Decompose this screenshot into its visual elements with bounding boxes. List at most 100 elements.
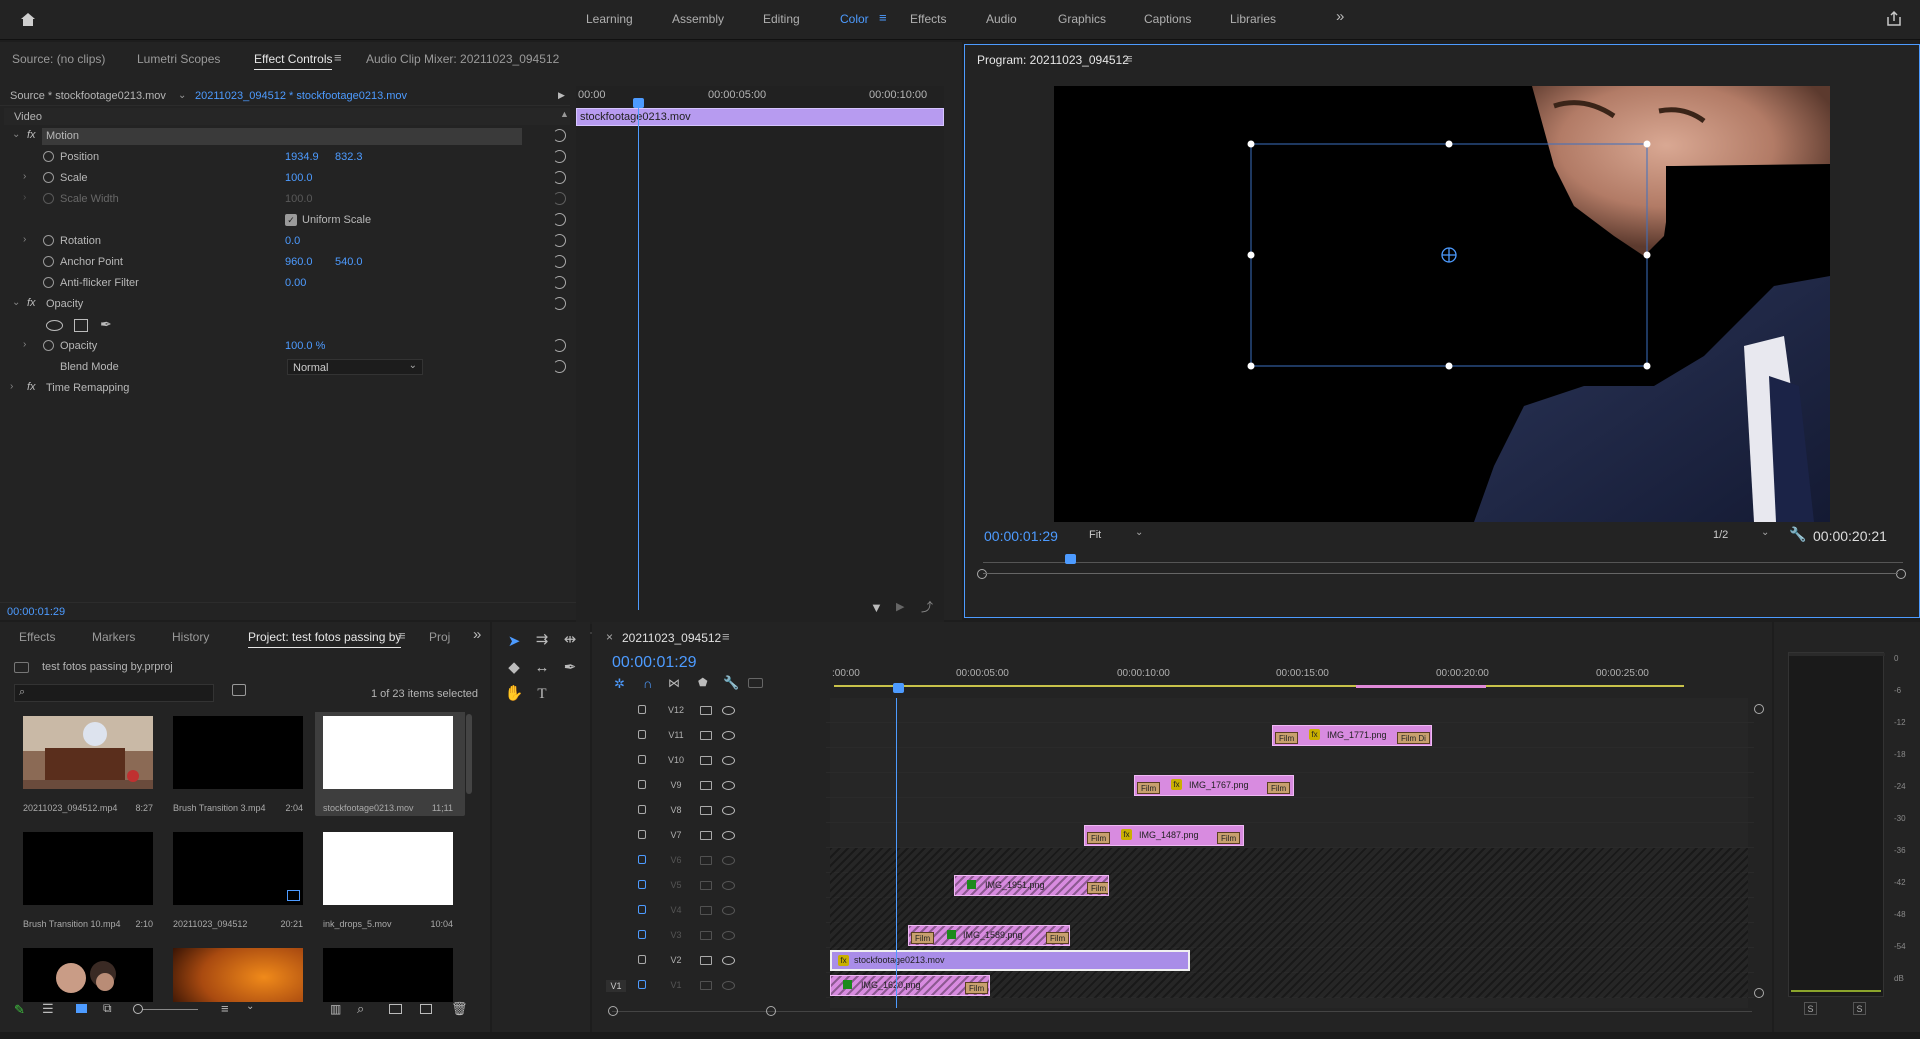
- scale-value[interactable]: 100.0: [285, 172, 313, 184]
- workspace-assembly[interactable]: Assembly: [672, 12, 724, 26]
- h-scroll-handle-right[interactable]: [766, 1006, 776, 1016]
- program-video-frame[interactable]: [1054, 86, 1830, 522]
- lock-icon[interactable]: [638, 880, 646, 889]
- panel-menu-icon[interactable]: ≡: [334, 50, 342, 65]
- h-scroll-handle-left[interactable]: [608, 1006, 618, 1016]
- scrub-end-handle[interactable]: [1896, 569, 1906, 579]
- program-playhead[interactable]: [1065, 554, 1076, 564]
- reset-icon[interactable]: [553, 276, 566, 289]
- filter-icon[interactable]: ▼: [870, 600, 883, 615]
- scrub-start-handle[interactable]: [977, 569, 987, 579]
- mini-clip-bar[interactable]: stockfootage0213.mov: [576, 108, 944, 126]
- timeline-clip[interactable]: Film fx IMG_1771.png Film Di: [1272, 725, 1432, 746]
- source-clip-label[interactable]: Source * stockfootage0213.mov: [10, 90, 166, 102]
- eye-icon[interactable]: [722, 731, 735, 740]
- lock-icon[interactable]: [638, 755, 646, 764]
- tab-audio-clip-mixer[interactable]: Audio Clip Mixer: 20211023_094512: [366, 52, 559, 66]
- reset-icon[interactable]: [553, 129, 566, 142]
- sync-lock-icon[interactable]: [700, 781, 712, 790]
- sync-lock-icon[interactable]: [700, 856, 712, 865]
- hand-tool-icon[interactable]: ✋: [504, 684, 524, 704]
- lock-icon[interactable]: [638, 980, 646, 989]
- timeline-ruler[interactable]: :00:00 00:00:05:00 00:00:10:00 00:00:15:…: [832, 658, 1762, 688]
- panel-menu-icon[interactable]: ≡: [722, 629, 730, 644]
- stopwatch-icon[interactable]: [43, 235, 54, 246]
- expand-chevron-icon[interactable]: ›: [23, 339, 26, 350]
- selected-timeline-clip[interactable]: fx stockfootage0213.mov: [830, 950, 1190, 971]
- icon-view-icon[interactable]: [76, 1004, 87, 1013]
- razor-tool-icon[interactable]: ◆: [504, 658, 524, 678]
- position-x-value[interactable]: 1934.9: [285, 151, 319, 163]
- workspace-audio[interactable]: Audio: [986, 12, 1017, 26]
- project-scrollbar[interactable]: [466, 714, 472, 794]
- stopwatch-icon[interactable]: [43, 172, 54, 183]
- timeline-clip[interactable]: Film fx IMG_1767.png Film: [1134, 775, 1294, 796]
- ripple-edit-tool-icon[interactable]: ⇹: [560, 630, 580, 650]
- sync-lock-icon[interactable]: [700, 906, 712, 915]
- pencil-icon[interactable]: ✎: [14, 1002, 25, 1018]
- transition-badge[interactable]: Film Di: [1397, 732, 1430, 744]
- reset-icon[interactable]: [553, 297, 566, 310]
- uniform-scale-checkbox[interactable]: ✓: [285, 214, 297, 226]
- effect-controls-timecode[interactable]: 00:00:01:29: [7, 606, 65, 618]
- v-scroll-handle-bottom[interactable]: [1754, 988, 1764, 998]
- eye-icon[interactable]: [722, 981, 735, 990]
- project-search-input[interactable]: ⌕: [14, 684, 214, 702]
- add-marker-icon[interactable]: ⬟: [698, 676, 708, 689]
- collapse-icon[interactable]: ▲: [560, 109, 569, 119]
- lock-icon[interactable]: [638, 955, 646, 964]
- work-area-bar[interactable]: [834, 685, 1684, 687]
- lock-icon[interactable]: [638, 830, 646, 839]
- zoom-fit-select[interactable]: Fit ⌄: [1089, 527, 1149, 544]
- tab-effect-controls[interactable]: Effect Controls: [254, 52, 333, 70]
- transition-badge[interactable]: Film: [1087, 882, 1108, 894]
- anchor-x-value[interactable]: 960.0: [285, 256, 313, 268]
- expand-chevron-icon[interactable]: ›: [23, 171, 26, 182]
- find-icon[interactable]: ⌕: [357, 1001, 364, 1017]
- pen-mask-icon[interactable]: ✒: [100, 316, 112, 333]
- sort-icon[interactable]: ≡: [221, 1001, 229, 1016]
- tab-markers[interactable]: Markers: [92, 630, 135, 644]
- nest-icon[interactable]: ✲: [614, 676, 625, 692]
- eye-icon[interactable]: [722, 706, 735, 715]
- expand-chevron-icon[interactable]: ›: [23, 234, 26, 245]
- source-patch-v1[interactable]: V1: [606, 980, 626, 992]
- lock-icon[interactable]: [638, 730, 646, 739]
- workspace-menu-icon[interactable]: ≡: [879, 10, 887, 25]
- solo-button-right[interactable]: S: [1853, 1002, 1866, 1015]
- new-bin-icon[interactable]: [389, 1004, 402, 1014]
- sync-lock-icon[interactable]: [700, 806, 712, 815]
- chevron-down-icon[interactable]: ⌄: [246, 1001, 254, 1012]
- freeform-view-icon[interactable]: ⧉: [103, 1001, 112, 1016]
- export-icon[interactable]: ⤴: [921, 598, 933, 615]
- workspace-color[interactable]: Color: [840, 12, 869, 26]
- wrench-icon[interactable]: 🔧: [1789, 526, 1806, 543]
- resolution-select[interactable]: 1/2 ⌄: [1713, 527, 1775, 544]
- type-tool-icon[interactable]: T: [532, 684, 552, 704]
- chevron-down-icon[interactable]: ⌄: [178, 90, 186, 101]
- program-timecode[interactable]: 00:00:01:29: [984, 528, 1058, 544]
- reset-icon[interactable]: [553, 171, 566, 184]
- thumbnail-size-slider[interactable]: [134, 1009, 198, 1010]
- anchor-y-value[interactable]: 540.0: [335, 256, 363, 268]
- track-select-tool-icon[interactable]: ⇉: [532, 630, 552, 650]
- sync-lock-icon[interactable]: [700, 931, 712, 940]
- tab-effects[interactable]: Effects: [19, 630, 55, 644]
- sync-lock-icon[interactable]: [700, 706, 712, 715]
- program-scrub-bar[interactable]: [983, 562, 1903, 563]
- workspace-learning[interactable]: Learning: [586, 12, 633, 26]
- tab-project[interactable]: Project: test fotos passing by: [248, 630, 402, 648]
- snap-icon[interactable]: ∩: [643, 676, 652, 691]
- share-icon[interactable]: [1886, 10, 1902, 27]
- timeline-clip[interactable]: IMG_1951.png Film: [954, 875, 1109, 896]
- program-title[interactable]: Program: 20211023_094512: [977, 53, 1129, 67]
- wrench-icon[interactable]: 🔧: [723, 675, 739, 691]
- rotation-value[interactable]: 0.0: [285, 235, 300, 247]
- eye-icon[interactable]: [722, 931, 735, 940]
- lock-icon[interactable]: [638, 705, 646, 714]
- sync-lock-icon[interactable]: [700, 881, 712, 890]
- sync-lock-icon[interactable]: [700, 956, 712, 965]
- timeline-horizontal-scrollbar[interactable]: [612, 1011, 1752, 1012]
- transition-badge[interactable]: Film: [1275, 732, 1299, 744]
- eye-icon[interactable]: [722, 781, 735, 790]
